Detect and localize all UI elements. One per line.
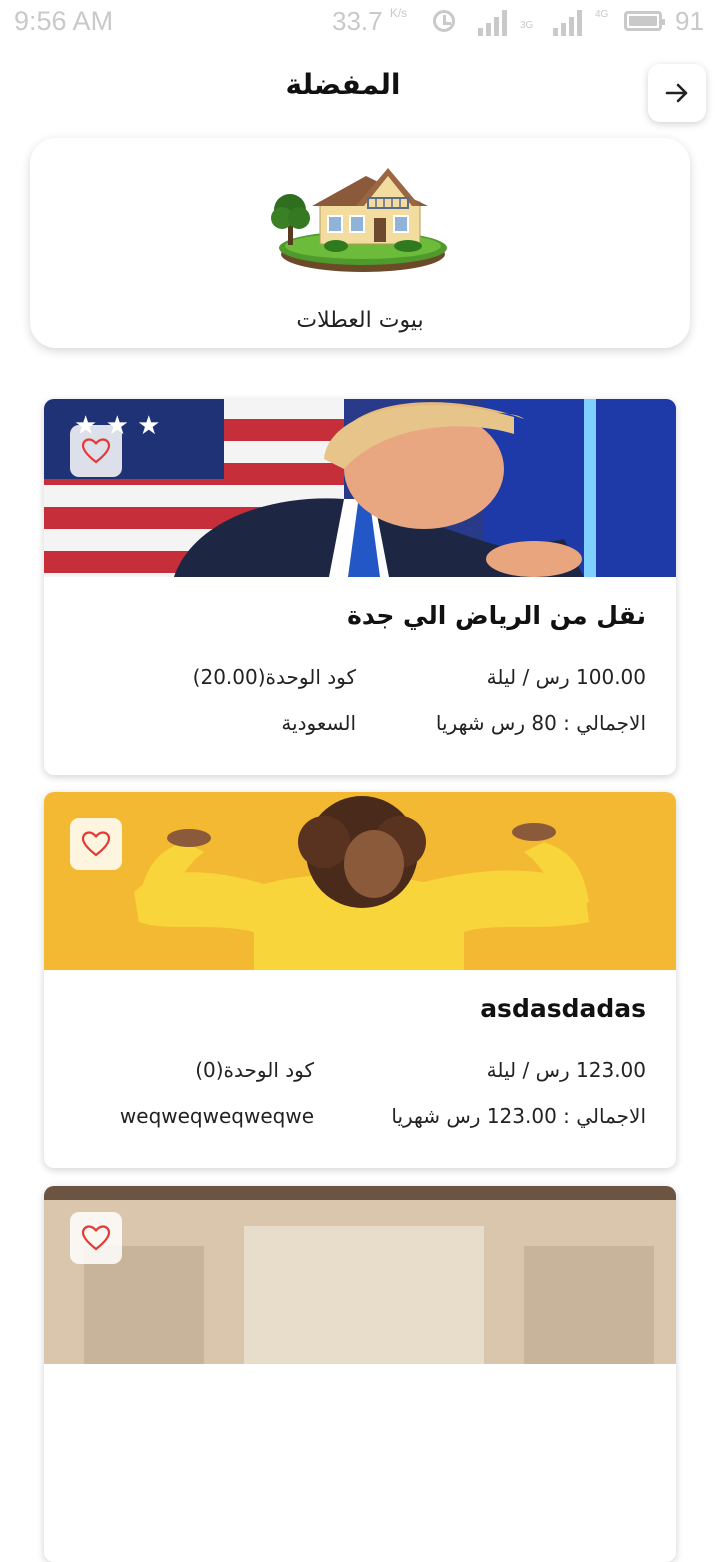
favorite-button-2[interactable] xyxy=(70,818,122,870)
arrow-right-icon xyxy=(665,83,688,103)
network-3g-label: 3G xyxy=(520,20,534,31)
page-title: المفضلة xyxy=(285,68,401,101)
network-4g-label: 4G xyxy=(595,9,609,20)
signal-strength-icon-2 xyxy=(553,10,583,36)
heart-outline-icon xyxy=(81,1225,111,1251)
status-time: 9:56 AM xyxy=(14,6,114,36)
listing-card-2[interactable]: asdasdadas 123.00 رس / ليلة كود الوحدة(0… xyxy=(44,792,676,1168)
battery-percent: 91 xyxy=(675,6,704,36)
signal-strength-icon xyxy=(478,10,508,36)
listing-card-3[interactable] xyxy=(44,1186,676,1562)
heart-outline-icon xyxy=(81,831,111,857)
listing-price-2: 123.00 رس / ليلة xyxy=(486,1058,646,1082)
category-label: بيوت العطلات xyxy=(296,308,424,333)
listing-price-1: 100.00 رس / ليلة xyxy=(486,665,646,689)
heart-outline-icon xyxy=(81,438,111,464)
listing-location-1: السعودية xyxy=(281,711,356,735)
battery-icon xyxy=(624,11,665,31)
category-card[interactable]: بيوت العطلات xyxy=(30,138,690,348)
network-speed: 33.7 K/s xyxy=(332,6,408,36)
listing-total-2: الاجمالي : 123.00 رس شهريا xyxy=(391,1104,646,1128)
back-button[interactable] xyxy=(648,64,706,122)
vacation-house-image xyxy=(271,168,447,272)
favorite-button-1[interactable] xyxy=(70,425,122,477)
favorite-button-3[interactable] xyxy=(70,1212,122,1264)
listing-card-1[interactable]: ★ ★ ★ نقل من الرياض الي جدة 100.00 رس / … xyxy=(44,399,676,775)
listing-title-2: asdasdadas xyxy=(480,994,646,1023)
listing-photo-2 xyxy=(44,792,676,970)
status-bar: 9:56 AM 33.7 K/s 3G 4G 91 xyxy=(0,0,720,46)
listing-location-2: weqweqweqweqwe xyxy=(119,1104,314,1128)
listing-unit-code-2: كود الوحدة(0) xyxy=(195,1058,314,1082)
listing-photo-3 xyxy=(44,1186,676,1364)
listing-title-1: نقل من الرياض الي جدة xyxy=(347,601,646,630)
listing-photo-1: ★ ★ ★ xyxy=(44,399,676,577)
listing-total-1: الاجمالي : 80 رس شهريا xyxy=(435,711,646,735)
listing-unit-code-1: كود الوحدة(20.00) xyxy=(192,665,356,689)
alarm-clock-icon xyxy=(433,10,455,32)
